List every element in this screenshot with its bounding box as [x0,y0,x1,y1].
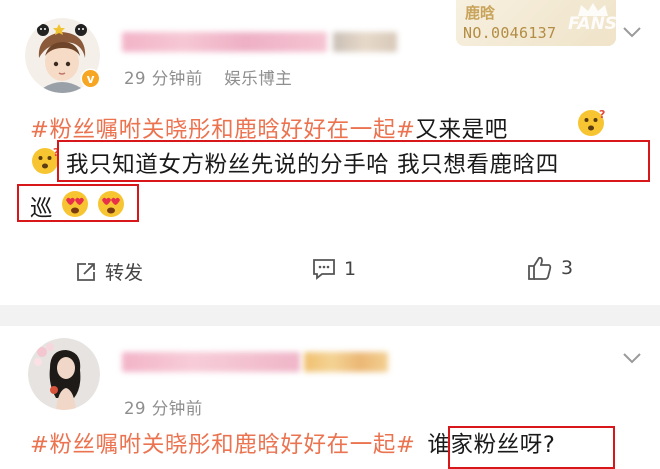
repost-button[interactable]: 转发 [75,258,143,285]
post-separator [0,305,660,326]
repost-label: 转发 [105,262,144,284]
comment-icon [313,259,335,280]
badge-name: 鹿晗 [465,4,496,22]
username-badge-blurred [304,352,388,372]
like-button[interactable]: 3 [527,255,573,281]
chevron-down-icon[interactable] [622,350,642,369]
post-meta: 29 分钟前 [124,395,203,419]
post-meta: 29 分钟前 娱乐博主 [124,65,292,89]
comment-button[interactable]: 1 [312,258,356,280]
avatar[interactable] [28,338,100,410]
repost-icon [77,262,95,281]
highlight-box [57,140,650,182]
svg-text:?: ? [599,108,605,121]
user-role: 娱乐博主 [224,69,293,88]
username-blurred[interactable] [122,32,327,52]
badge-fans-label: FANS [568,14,618,34]
highlight-box [17,184,139,222]
svg-text:v: v [87,72,95,86]
badge-number: NO.0046137 [463,24,557,42]
thinking-face-icon: ? [576,108,606,142]
topic-link[interactable]: #粉丝嘱咐关晓彤和鹿晗好好在一起# [30,432,415,458]
like-icon [528,256,552,280]
chevron-down-icon[interactable] [622,24,642,43]
thinking-face-icon: ? [30,146,60,180]
verified-badge-icon: v [80,68,101,93]
post-card: v 29 分钟前 娱乐博主 鹿晗 NO.0046137 FANS #粉丝嘱咐关晓… [0,0,660,305]
timestamp: 29 分钟前 [124,69,203,88]
username-badge-blurred [333,32,397,52]
comment-count: 1 [344,258,357,280]
like-count: 3 [561,257,574,279]
highlight-box [448,426,615,469]
timestamp: 29 分钟前 [124,399,203,418]
username-blurred[interactable] [122,352,300,372]
